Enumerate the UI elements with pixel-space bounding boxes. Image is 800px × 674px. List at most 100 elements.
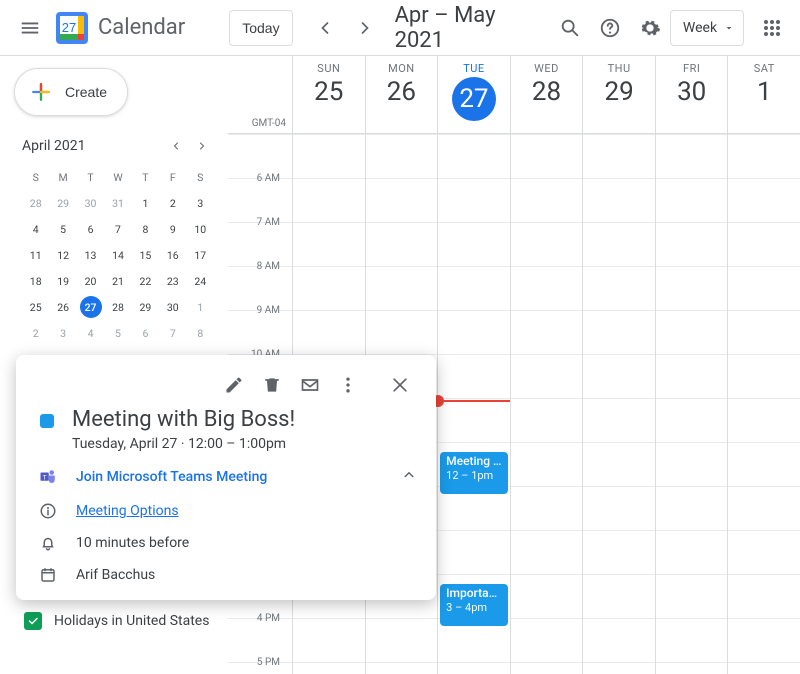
- mini-dow-cell: M: [49, 164, 76, 190]
- mini-day-cell[interactable]: 6: [77, 216, 104, 242]
- mini-day-cell[interactable]: 28: [104, 294, 131, 320]
- mini-day-cell[interactable]: 2: [159, 190, 186, 216]
- timezone-label: GMT-04: [252, 118, 286, 129]
- day-column[interactable]: [510, 134, 583, 674]
- day-header[interactable]: TUE27: [437, 56, 510, 133]
- day-of-month-label: 1: [728, 77, 800, 107]
- chevron-left-icon: [315, 18, 335, 38]
- mini-day-cell[interactable]: 14: [104, 242, 131, 268]
- mini-day-cell[interactable]: 2: [22, 320, 49, 346]
- mini-day-cell[interactable]: 29: [132, 294, 159, 320]
- next-week-button[interactable]: [345, 8, 385, 48]
- checkbox-checked-icon[interactable]: [24, 612, 42, 630]
- mini-day-cell[interactable]: 19: [49, 268, 76, 294]
- search-button[interactable]: [550, 8, 590, 48]
- calendar-small-icon: [38, 566, 58, 584]
- pencil-icon: [224, 375, 244, 395]
- top-header: 27 Calendar Today Apr – May 2021 Week: [0, 0, 800, 56]
- mini-day-cell[interactable]: 26: [49, 294, 76, 320]
- day-header[interactable]: SAT 1: [727, 56, 800, 133]
- google-apps-button[interactable]: [752, 8, 792, 48]
- day-header[interactable]: SUN25: [292, 56, 365, 133]
- calendar-event[interactable]: Meeting with Big Boss!12 – 1pm: [440, 452, 508, 494]
- mini-day-cell[interactable]: 4: [77, 320, 104, 346]
- mini-day-cell[interactable]: 6: [132, 320, 159, 346]
- mini-day-cell[interactable]: 16: [159, 242, 186, 268]
- delete-event-button[interactable]: [254, 367, 290, 403]
- mini-day-cell[interactable]: 5: [49, 216, 76, 242]
- mini-day-cell[interactable]: 9: [159, 216, 186, 242]
- day-header-row: GMT-04 SUN25MON26TUE27WED 28THU29FRI30SAT…: [228, 56, 800, 134]
- mini-day-cell[interactable]: 1: [132, 190, 159, 216]
- day-of-month-label: 28: [511, 77, 583, 107]
- event-datetime: Tuesday, April 27 · 12:00 – 1:00pm: [72, 436, 295, 452]
- day-column[interactable]: [727, 134, 800, 674]
- mini-day-cell[interactable]: 20: [77, 268, 104, 294]
- hour-label: 4 PM: [228, 613, 286, 624]
- mini-day-cell[interactable]: 25: [22, 294, 49, 320]
- day-of-month-label: 30: [656, 77, 728, 107]
- day-column[interactable]: [655, 134, 728, 674]
- settings-button[interactable]: [630, 8, 670, 48]
- day-column[interactable]: [582, 134, 655, 674]
- mini-day-cell[interactable]: 3: [49, 320, 76, 346]
- day-column[interactable]: Meeting with Big Boss!12 – 1pm Important …: [437, 134, 510, 674]
- help-button[interactable]: [590, 8, 630, 48]
- caret-down-icon: [723, 22, 735, 34]
- calendar-event[interactable]: Important Call3 – 4pm: [440, 584, 508, 626]
- mini-day-cell[interactable]: 1: [187, 294, 214, 320]
- time-gutter-header: GMT-04: [228, 56, 292, 133]
- mini-next-month-button[interactable]: [190, 134, 214, 158]
- mini-day-cell[interactable]: 13: [77, 242, 104, 268]
- join-meeting-link[interactable]: Join Microsoft Teams Meeting: [76, 469, 267, 485]
- mini-dow-cell: S: [22, 164, 49, 190]
- mini-day-cell[interactable]: 23: [159, 268, 186, 294]
- mini-day-cell[interactable]: 12: [49, 242, 76, 268]
- mini-day-cell[interactable]: 8: [132, 216, 159, 242]
- mini-day-cell[interactable]: 28: [22, 190, 49, 216]
- prev-week-button[interactable]: [305, 8, 345, 48]
- create-button[interactable]: Create: [14, 68, 128, 116]
- meeting-options-link[interactable]: Meeting Options: [76, 503, 179, 519]
- close-popover-button[interactable]: [382, 367, 418, 403]
- mini-day-cell[interactable]: 30: [77, 190, 104, 216]
- view-switcher[interactable]: Week: [670, 10, 744, 46]
- collapse-button[interactable]: [400, 466, 418, 488]
- today-button[interactable]: Today: [229, 10, 292, 46]
- menu-button[interactable]: [10, 8, 50, 48]
- app-title: Calendar: [98, 15, 185, 40]
- day-header[interactable]: WED 28: [510, 56, 583, 133]
- mini-day-cell[interactable]: 24: [187, 268, 214, 294]
- mini-day-cell[interactable]: 15: [132, 242, 159, 268]
- mini-day-cell[interactable]: 29: [49, 190, 76, 216]
- date-range-label: Apr – May 2021: [395, 3, 551, 53]
- more-options-button[interactable]: [330, 367, 366, 403]
- mini-day-cell[interactable]: 11: [22, 242, 49, 268]
- mini-day-cell[interactable]: 10: [187, 216, 214, 242]
- day-header[interactable]: THU29: [582, 56, 655, 133]
- mini-day-cell[interactable]: 8: [187, 320, 214, 346]
- email-guests-button[interactable]: [292, 367, 328, 403]
- day-header[interactable]: FRI30: [655, 56, 728, 133]
- day-of-week-label: WED: [511, 62, 583, 75]
- info-icon: [38, 502, 58, 520]
- mini-day-cell[interactable]: 21: [104, 268, 131, 294]
- day-of-week-label: SAT: [728, 62, 800, 75]
- mini-day-cell[interactable]: 31: [104, 190, 131, 216]
- mini-day-cell[interactable]: 27: [77, 294, 104, 320]
- day-of-month-label: 26: [366, 77, 438, 107]
- mini-prev-month-button[interactable]: [164, 134, 188, 158]
- mini-day-cell[interactable]: 18: [22, 268, 49, 294]
- mini-day-cell[interactable]: 17: [187, 242, 214, 268]
- mini-day-cell[interactable]: 22: [132, 268, 159, 294]
- calendar-item[interactable]: Holidays in United States: [24, 606, 228, 636]
- mini-day-cell[interactable]: 7: [159, 320, 186, 346]
- mini-day-cell[interactable]: 7: [104, 216, 131, 242]
- edit-event-button[interactable]: [216, 367, 252, 403]
- mini-day-cell[interactable]: 4: [22, 216, 49, 242]
- mini-day-cell[interactable]: 5: [104, 320, 131, 346]
- mini-day-cell[interactable]: 3: [187, 190, 214, 216]
- hour-label: 5 PM: [228, 657, 286, 668]
- day-header[interactable]: MON26: [365, 56, 438, 133]
- mini-day-cell[interactable]: 30: [159, 294, 186, 320]
